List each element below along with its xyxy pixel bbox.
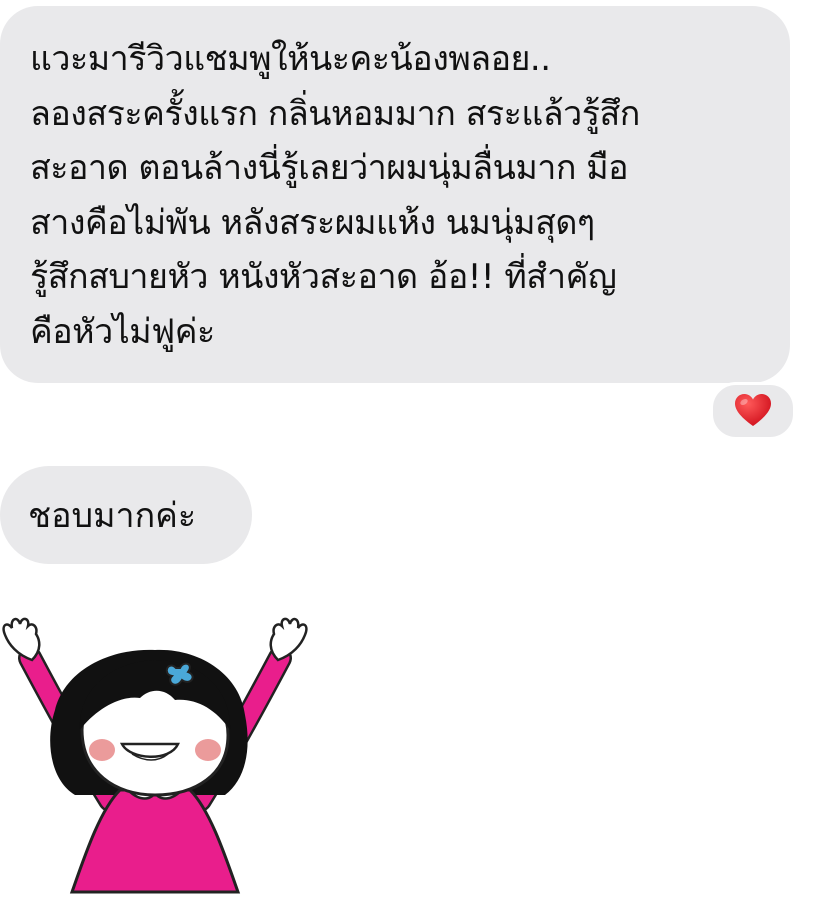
heart-reaction-badge[interactable] [710,382,796,440]
cheering-girl-sticker[interactable] [0,610,310,900]
message-text-line: สะอาด ตอนล้างนี่รู้เลยว่าผมนุ่มลื่นมาก ม… [30,148,629,188]
message-text-line: สางคือไม่พัน หลังสระผมแห้ง นมนุ่มสุดๆ [30,202,595,243]
received-message-bubble[interactable]: ชอบมากค่ะ [0,466,252,564]
heart-icon [735,394,771,426]
message-text-line: คือหัวไม่ฟูค่ะ [30,311,215,352]
message-text-line: แวะมารีวิวแชมพูให้นะคะน้องพลอย.. [30,39,551,79]
message-text: ชอบมากค่ะ [28,496,197,536]
message-text-line: รู้สึกสบายหัว หนังหัวสะอาด อ้อ!! ที่สำคั… [30,257,617,297]
message-text-line: ลองสระครั้งแรก กลิ่นหอมมาก สระแล้วรู้สึก [30,93,640,134]
received-message-bubble[interactable]: แวะมารีวิวแชมพูให้นะคะน้องพลอย.. ลองสระค… [0,6,790,383]
